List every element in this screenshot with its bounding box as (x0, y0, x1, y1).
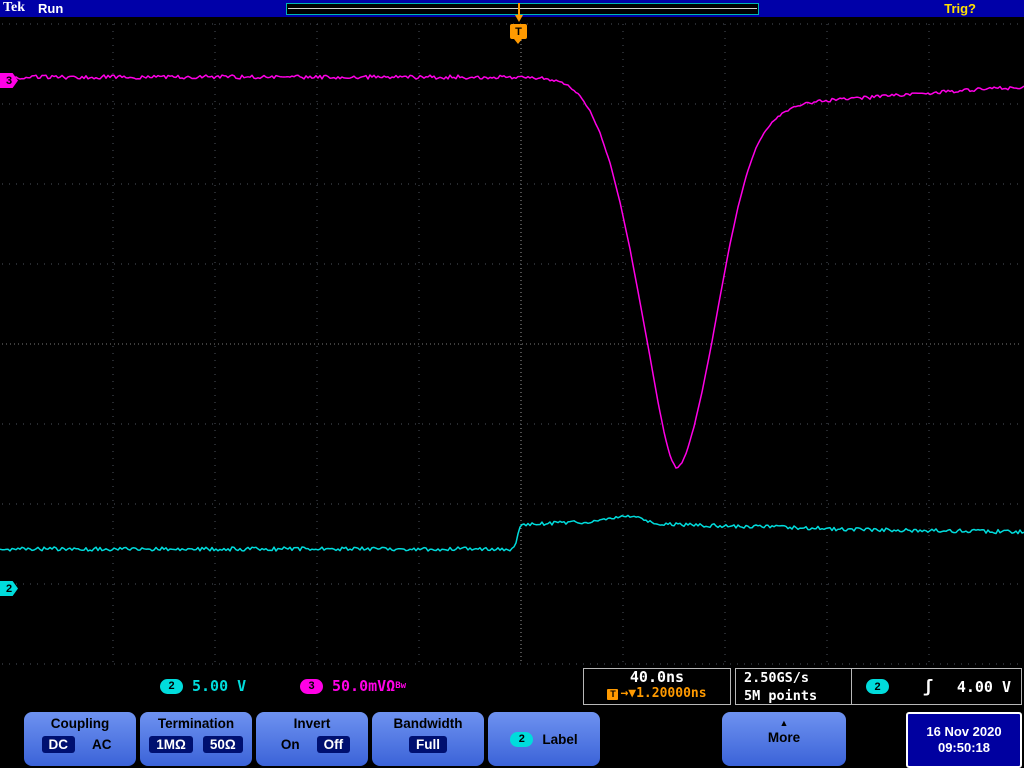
bandwidth-option-full[interactable]: Full (409, 736, 447, 753)
trigger-delay-value: →▼1.20000ns (620, 686, 706, 702)
ch3-trace (0, 75, 1024, 468)
oscilloscope-screen: Tek Run Trig? 3 2 T 2 5.00 V 3 50.0mVΩBw… (0, 0, 1024, 768)
datetime-display: 16 Nov 2020 09:50:18 (906, 712, 1022, 768)
coupling-option-ac[interactable]: AC (85, 736, 119, 753)
termination-options: 1MΩ 50Ω (149, 736, 242, 753)
termination-option-50ohm[interactable]: 50Ω (203, 736, 243, 753)
tek-logo: Tek (3, 0, 25, 16)
bandwidth-button[interactable]: Bandwidth Full (372, 712, 484, 766)
timebase-value: 40.0ns (584, 669, 730, 686)
termination-title: Termination (158, 716, 234, 731)
termination-option-1meg[interactable]: 1MΩ (149, 736, 193, 753)
coupling-button[interactable]: Coupling DC AC (24, 712, 136, 766)
channel2-scale-value: 5.00 V (192, 677, 246, 695)
termination-button[interactable]: Termination 1MΩ 50Ω (140, 712, 252, 766)
ch2-trace (0, 515, 1024, 551)
trigger-delay-icon: T (607, 689, 618, 700)
channel3-scale-value: 50.0mVΩBw (332, 677, 406, 695)
trigger-slope-icon: ʃ (923, 677, 933, 697)
trigger-status: Trig? (944, 1, 976, 16)
trigger-level-value: 4.00 V (957, 678, 1011, 696)
time-value: 09:50:18 (938, 740, 990, 756)
invert-option-on[interactable]: On (274, 736, 307, 753)
record-length-value: 5M points (744, 688, 854, 705)
acquisition-position-bar (286, 3, 759, 15)
sample-rate-value: 2.50GS/s (744, 670, 854, 687)
horizontal-readout: 40.0ns T →▼1.20000ns (583, 668, 731, 705)
invert-title: Invert (294, 716, 331, 731)
acquisition-position-line (288, 8, 757, 9)
channel2-scale-readout: 2 5.00 V (160, 677, 246, 695)
channel2-badge: 2 (160, 679, 183, 694)
acquisition-status: Run (38, 1, 63, 16)
trigger-flag-label: T (515, 26, 522, 38)
acquisition-readout: 2.50GS/s 5M points (735, 668, 855, 705)
trigger-source-badge: 2 (866, 679, 889, 694)
bandwidth-limit-icon: Bw (395, 681, 406, 691)
bandwidth-options: Full (409, 736, 447, 753)
waveform-display: 3 2 (0, 17, 1024, 667)
more-title: More (768, 730, 800, 745)
trigger-readout: 2 ʃ 4.00 V (851, 668, 1022, 705)
date-value: 16 Nov 2020 (926, 724, 1001, 740)
label-title: Label (542, 732, 577, 747)
trigger-position-arrow-icon (515, 15, 523, 22)
top-status-bar: Tek Run Trig? (0, 0, 1024, 17)
readout-bar: 2 5.00 V 3 50.0mVΩBw 40.0ns T →▼1.20000n… (0, 667, 1024, 708)
channel2-marker-label: 2 (6, 583, 12, 595)
bandwidth-title: Bandwidth (394, 716, 463, 731)
label-button[interactable]: 2 Label (488, 712, 600, 766)
channel3-scale-text: 50.0mVΩ (332, 677, 395, 695)
coupling-title: Coupling (51, 716, 109, 731)
invert-option-off[interactable]: Off (317, 736, 351, 753)
more-up-arrow-icon: ▲ (780, 718, 789, 728)
more-button[interactable]: ▲ More (722, 712, 846, 766)
channel3-marker-label: 3 (6, 75, 12, 87)
coupling-options: DC AC (42, 736, 119, 753)
trigger-position-flag[interactable]: T (510, 24, 527, 39)
invert-button[interactable]: Invert On Off (256, 712, 368, 766)
graticule-and-traces (0, 17, 1024, 667)
soft-key-menu: Coupling DC AC Termination 1MΩ 50Ω Inver… (0, 708, 1024, 768)
channel3-scale-readout: 3 50.0mVΩBw (300, 677, 406, 695)
invert-options: On Off (274, 736, 350, 753)
channel3-badge: 3 (300, 679, 323, 694)
label-channel-badge: 2 (510, 732, 533, 747)
coupling-option-dc[interactable]: DC (42, 736, 76, 753)
trigger-delay-readout: T →▼1.20000ns (584, 686, 730, 702)
